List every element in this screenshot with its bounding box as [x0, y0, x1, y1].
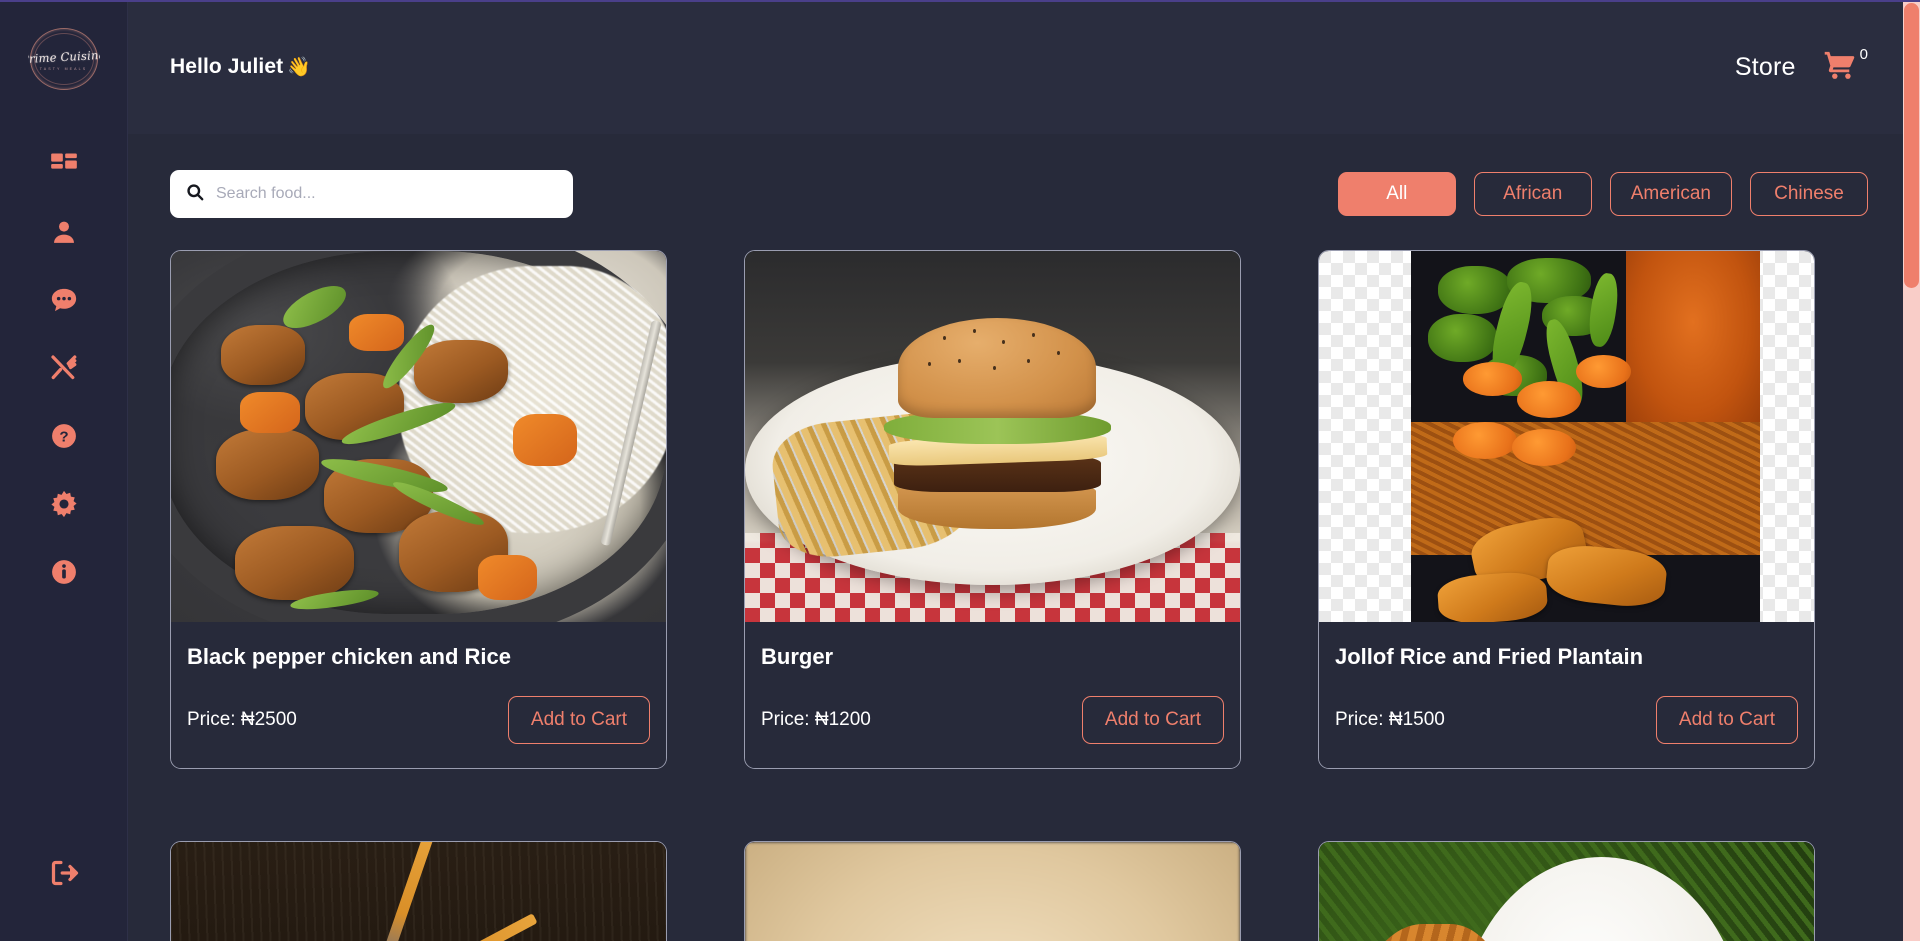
filter-chinese[interactable]: Chinese	[1750, 172, 1868, 216]
filter-american[interactable]: American	[1609, 172, 1732, 216]
category-filters: All African American Chinese	[1337, 172, 1868, 216]
food-card[interactable]: Black pepper chicken and Rice Price: ₦25…	[170, 250, 667, 769]
sidebar-item-profile[interactable]	[0, 198, 127, 266]
sidebar-item-settings[interactable]	[0, 470, 127, 538]
food-card-image	[745, 842, 1240, 941]
brand-logo: Prime Cuisine TASTY MEALS	[28, 24, 100, 96]
user-profile-icon	[51, 218, 77, 246]
greeting-text: Hello Juliet	[170, 55, 284, 78]
sidebar-item-help[interactable]: ?	[0, 402, 127, 470]
store-area: Store 0	[1735, 46, 1868, 85]
filter-all[interactable]: All	[1337, 172, 1456, 216]
shopping-cart-icon	[1822, 50, 1858, 85]
dashboard-grid-icon	[50, 150, 78, 178]
food-card-footer: Price: ₦2500 Add to Cart	[187, 696, 650, 744]
waving-hand-icon: 👋	[287, 57, 311, 78]
chat-bubble-icon	[50, 286, 78, 314]
search-box[interactable]	[170, 170, 573, 218]
sidebar: Prime Cuisine TASTY MEALS ?	[0, 0, 128, 941]
gear-icon	[50, 490, 78, 518]
sidebar-nav: ?	[0, 130, 127, 606]
hotdog-photo	[745, 842, 1240, 941]
food-card[interactable]: Add to Cart	[744, 841, 1241, 941]
store-label[interactable]: Store	[1735, 53, 1796, 82]
food-card-image	[1319, 251, 1814, 622]
sidebar-item-logout[interactable]	[0, 841, 127, 909]
food-card-price: Price: ₦1500	[1335, 709, 1445, 730]
sidebar-item-about[interactable]	[0, 538, 127, 606]
add-to-cart-button[interactable]: Add to Cart	[1655, 696, 1798, 744]
food-card-price: Price: ₦1200	[761, 709, 871, 730]
search-icon	[186, 183, 204, 206]
food-card[interactable]: Add to Cart	[1318, 841, 1815, 941]
cart-count-badge: 0	[1859, 45, 1868, 63]
main-region: Hello Juliet 👋 Store 0 Search food... Al…	[128, 0, 1920, 941]
fork-knife-icon	[49, 353, 79, 383]
filter-african[interactable]: African	[1473, 172, 1592, 216]
sidebar-item-meals[interactable]	[0, 334, 127, 402]
food-card[interactable]: Burger Price: ₦1200 Add to Cart	[744, 250, 1241, 769]
question-circle-icon: ?	[51, 423, 77, 449]
logo-tagline: TASTY MEALS	[39, 66, 88, 71]
topbar: Hello Juliet 👋 Store 0	[128, 0, 1920, 134]
food-card-footer: Price: ₦1500 Add to Cart	[1335, 696, 1798, 744]
food-card-body: Jollof Rice and Fried Plantain Price: ₦1…	[1319, 622, 1814, 768]
food-card-body: Burger Price: ₦1200 Add to Cart	[745, 622, 1240, 768]
jollof-rice-plantain-photo	[1319, 251, 1814, 622]
food-card-price: Price: ₦2500	[187, 709, 297, 730]
burger-fries-photo	[745, 251, 1240, 622]
food-card-title: Black pepper chicken and Rice	[187, 644, 512, 669]
food-card-grid: Black pepper chicken and Rice Price: ₦25…	[170, 250, 1868, 941]
toolbar: All African American Chinese	[170, 170, 1868, 218]
noodles-chopsticks-photo	[171, 842, 666, 941]
fish-and-greens-photo	[1319, 842, 1814, 941]
cart-button[interactable]: 0	[1822, 46, 1868, 85]
window-top-accent-line	[0, 0, 1920, 2]
search-input[interactable]	[216, 185, 557, 203]
food-card-body: Black pepper chicken and Rice Price: ₦25…	[171, 622, 666, 768]
food-card-title: Jollof Rice and Fried Plantain	[1335, 644, 1644, 669]
svg-text:?: ?	[59, 429, 68, 446]
food-card-image	[171, 251, 666, 622]
food-card[interactable]: Add to Cart	[170, 841, 667, 941]
food-card-footer: Price: ₦1200 Add to Cart	[761, 696, 1224, 744]
page-scrollbar[interactable]	[1903, 0, 1920, 941]
black-pepper-chicken-rice-photo	[171, 251, 666, 622]
add-to-cart-button[interactable]: Add to Cart	[1081, 696, 1224, 744]
food-card-image	[171, 842, 666, 941]
food-card[interactable]: Jollof Rice and Fried Plantain Price: ₦1…	[1318, 250, 1815, 769]
info-circle-icon	[51, 559, 77, 585]
content-area: All African American Chinese	[128, 134, 1920, 941]
logout-icon	[49, 858, 79, 893]
food-card-image	[745, 251, 1240, 622]
greeting: Hello Juliet 👋	[170, 55, 311, 79]
scrollbar-thumb[interactable]	[1904, 3, 1919, 288]
food-card-image	[1319, 842, 1814, 941]
add-to-cart-button[interactable]: Add to Cart	[507, 696, 650, 744]
sidebar-item-messages[interactable]	[0, 266, 127, 334]
food-store-app: Prime Cuisine TASTY MEALS ? Hello Juliet…	[0, 0, 1920, 941]
sidebar-item-dashboard[interactable]	[0, 130, 127, 198]
food-card-title: Burger	[761, 644, 834, 669]
